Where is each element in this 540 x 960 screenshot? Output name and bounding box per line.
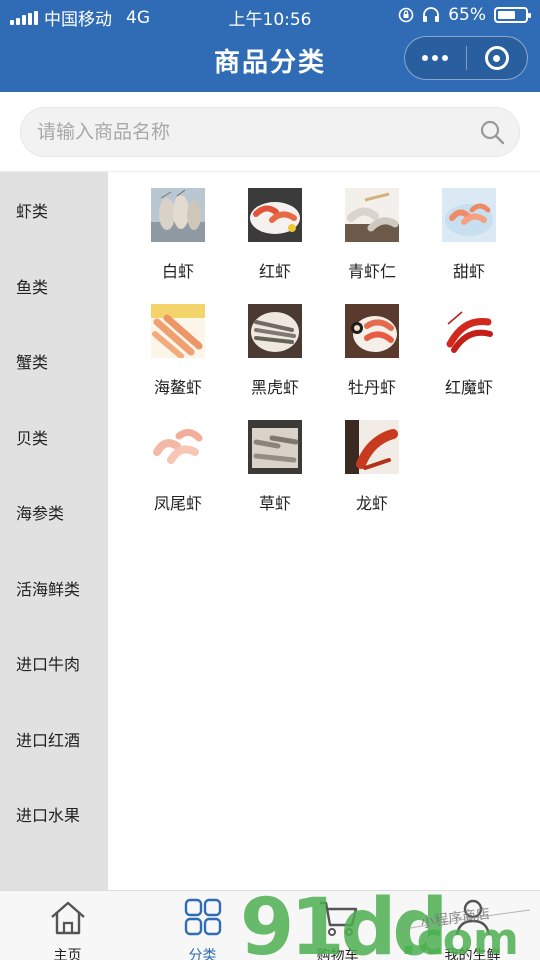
grass-shrimp-image <box>248 420 302 474</box>
lobster-image <box>345 420 399 474</box>
sidebar-item-label: 活海鲜类 <box>16 580 81 599</box>
product-name: 青虾仁 <box>347 262 396 281</box>
tab-bar: 主页 分类 购物车 我的生鲜 <box>0 890 540 960</box>
status-bar: 中国移动 4G 上午10:56 65% <box>0 0 540 30</box>
red-devil-shrimp-image <box>442 304 496 358</box>
product-grid: 白虾 红虾 青虾仁 甜虾 海鳌虾 黑虎虾 牡丹虾 红魔虾 凤尾虾 草虾 龙虾 <box>108 172 540 890</box>
sidebar-item-label: 进口红酒 <box>16 731 81 750</box>
dot-icon <box>432 55 439 61</box>
target-icon <box>484 46 509 70</box>
grid-icon <box>184 898 221 936</box>
white-shrimp-image <box>151 188 205 242</box>
sidebar-item-imported-beef[interactable]: 进口牛肉 <box>0 625 108 701</box>
product-item[interactable]: 凤尾虾 <box>130 420 226 514</box>
phoenix-tail-shrimp-image <box>151 420 205 474</box>
sidebar-item-label: 虾类 <box>16 202 49 221</box>
sidebar-item-fish[interactable]: 鱼类 <box>0 248 108 324</box>
battery-icon <box>494 7 531 23</box>
product-item[interactable]: 海鳌虾 <box>130 304 226 398</box>
sidebar-item-sea-cucumber[interactable]: 海参类 <box>0 474 108 550</box>
product-name: 草虾 <box>258 494 291 513</box>
dot-icon <box>422 55 429 61</box>
miniprogram-capsule <box>404 36 528 80</box>
sidebar-item-label: 蟹类 <box>16 353 49 372</box>
product-name: 龙虾 <box>355 494 388 513</box>
tiger-shrimp-image <box>248 304 302 358</box>
battery-percent: 65% <box>448 5 486 25</box>
sidebar-item-shellfish[interactable]: 贝类 <box>0 399 108 475</box>
product-item[interactable]: 牡丹虾 <box>324 304 420 398</box>
search-input[interactable] <box>37 108 457 156</box>
tab-label: 购物车 <box>316 948 359 960</box>
sidebar-item-label: 贝类 <box>16 429 49 448</box>
product-item[interactable]: 红虾 <box>227 188 323 282</box>
product-name: 黑虎虾 <box>250 378 299 397</box>
tab-category[interactable]: 分类 <box>135 891 270 960</box>
product-item[interactable]: 龙虾 <box>324 420 420 514</box>
product-name: 海鳌虾 <box>153 378 202 397</box>
sidebar-item-label: 进口水果 <box>16 806 81 825</box>
sidebar-item-label: 进口牛肉 <box>16 655 81 674</box>
product-name: 红虾 <box>258 262 291 281</box>
red-shrimp-image <box>248 188 302 242</box>
user-icon <box>455 899 490 936</box>
tab-label: 分类 <box>188 948 217 960</box>
sweet-shrimp-image <box>442 188 496 242</box>
sidebar-item-imported-wine[interactable]: 进口红酒 <box>0 701 108 777</box>
sidebar-item-shrimp[interactable]: 虾类 <box>0 172 108 248</box>
product-name: 甜虾 <box>452 262 485 281</box>
product-name: 白虾 <box>161 262 194 281</box>
app-header: 中国移动 4G 上午10:56 65% 商品分类 <box>0 0 540 92</box>
product-item[interactable]: 青虾仁 <box>324 188 420 282</box>
search-box <box>20 107 520 157</box>
shrimp-meat-image <box>345 188 399 242</box>
sidebar-item-crab[interactable]: 蟹类 <box>0 323 108 399</box>
category-sidebar: 虾类 鱼类 蟹类 贝类 海参类 活海鲜类 进口牛肉 进口红酒 进口水果 <box>0 172 108 890</box>
search-icon[interactable] <box>479 119 505 145</box>
product-item[interactable]: 甜虾 <box>421 188 517 282</box>
product-item[interactable]: 黑虎虾 <box>227 304 323 398</box>
botan-shrimp-image <box>345 304 399 358</box>
product-name: 牡丹虾 <box>347 378 396 397</box>
product-item[interactable]: 草虾 <box>227 420 323 514</box>
sidebar-item-imported-fruit[interactable]: 进口水果 <box>0 776 108 852</box>
langoustine-image <box>151 304 205 359</box>
cart-icon <box>319 901 357 936</box>
close-miniprogram-button[interactable] <box>466 36 527 80</box>
product-name: 红魔虾 <box>444 378 493 397</box>
product-name: 凤尾虾 <box>153 494 202 513</box>
search-area <box>0 92 540 172</box>
nav-bar: 商品分类 <box>0 30 540 92</box>
sidebar-item-live-seafood[interactable]: 活海鲜类 <box>0 550 108 626</box>
product-item[interactable]: 白虾 <box>130 188 226 282</box>
rotation-lock-icon <box>398 7 414 23</box>
sidebar-item-label: 鱼类 <box>16 278 49 297</box>
sidebar-item-label: 海参类 <box>16 504 65 523</box>
tab-label: 主页 <box>53 948 82 960</box>
product-item[interactable]: 红魔虾 <box>421 304 517 398</box>
tab-label: 我的生鲜 <box>444 948 501 960</box>
home-icon <box>50 901 85 935</box>
dot-icon <box>442 55 449 61</box>
more-menu-button[interactable] <box>405 36 466 80</box>
headphones-icon <box>423 7 440 22</box>
tab-profile[interactable]: 我的生鲜 <box>405 891 540 960</box>
tab-cart[interactable]: 购物车 <box>270 891 405 960</box>
tab-home[interactable]: 主页 <box>0 891 135 960</box>
